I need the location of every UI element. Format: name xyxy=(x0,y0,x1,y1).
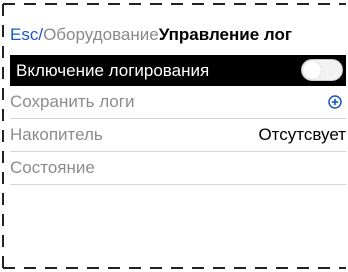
menu-item-label: Сохранить логи xyxy=(10,92,135,111)
breadcrumb-back-link[interactable]: Esc xyxy=(10,25,38,44)
breadcrumb-parent[interactable]: Оборудование xyxy=(43,25,159,44)
menu-item-label: Состояние xyxy=(10,158,95,177)
toggle-knob xyxy=(303,61,321,79)
logging-toggle[interactable] xyxy=(301,59,343,81)
menu-item-status[interactable]: Состояние xyxy=(10,152,346,185)
breadcrumb: Esc/ОборудованиеУправление лог xyxy=(10,22,346,48)
storage-value: Отсутсвует xyxy=(258,125,346,144)
menu-item-save-logs[interactable]: Сохранить логи xyxy=(10,86,346,119)
menu-item-label: Включение логирования xyxy=(16,61,210,80)
settings-menu: Включение логирования Сохранить логи Нак… xyxy=(10,55,346,185)
page-title: Управление лог xyxy=(158,25,292,44)
plus-circle-icon[interactable] xyxy=(328,95,342,109)
menu-item-logging-enable[interactable]: Включение логирования xyxy=(10,55,346,86)
menu-item-label: Накопитель xyxy=(10,125,103,144)
menu-item-storage[interactable]: Накопитель Отсутсвует xyxy=(10,119,346,152)
